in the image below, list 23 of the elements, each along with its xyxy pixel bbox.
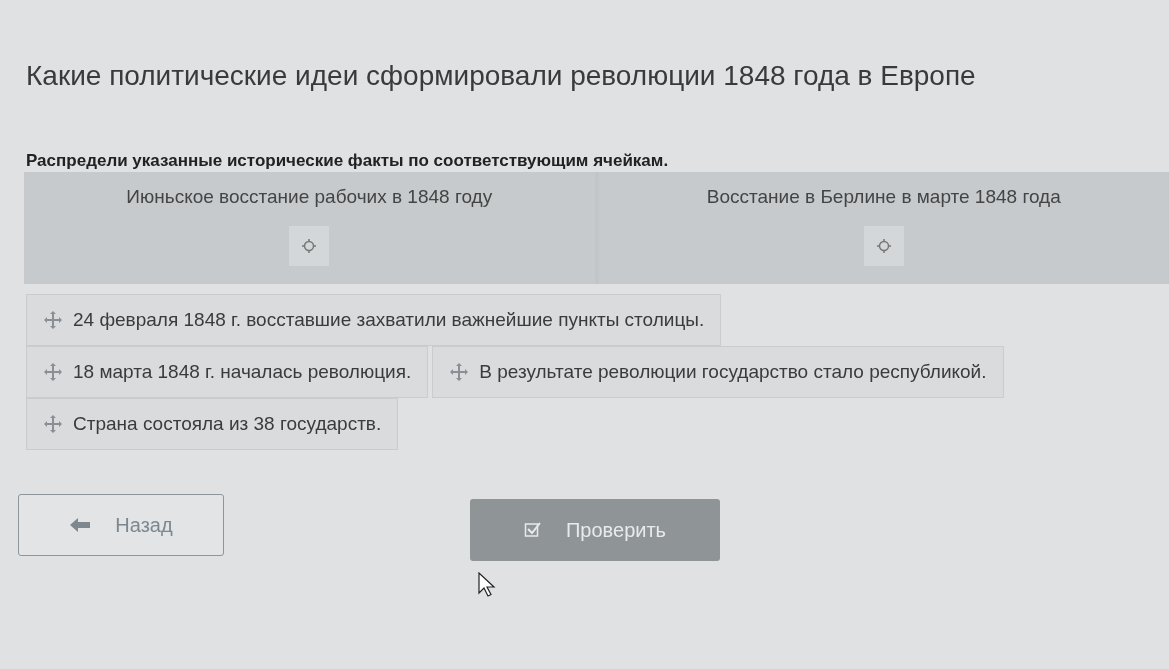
- draggable-card[interactable]: Страна состояла из 38 государств.: [26, 398, 399, 450]
- column-heading: Восстание в Берлине в марте 1848 года: [706, 186, 1061, 208]
- drop-target[interactable]: [289, 226, 330, 266]
- fact-text: 24 февраля 1848 г. восставшие захватили важнейшие пункты столицы.: [73, 309, 705, 331]
- crosshair-icon: [301, 238, 318, 254]
- move-icon: [43, 362, 63, 382]
- draggable-card[interactable]: В результате революции государство стало республикой.: [432, 346, 1004, 398]
- fact-text: Страна состояла из 38 государств.: [73, 413, 382, 435]
- fact-text: 18 марта 1848 г. началась революция.: [73, 361, 412, 383]
- move-icon: [43, 414, 63, 434]
- draggable-card[interactable]: 18 марта 1848 г. началась революция.: [26, 346, 429, 398]
- checkbox-icon: [524, 521, 542, 539]
- fact-text: В результате революции государство стало республикой.: [479, 361, 987, 383]
- move-icon: [449, 362, 470, 382]
- arrow-left-icon: [69, 517, 92, 533]
- mouse-cursor-icon: [478, 572, 496, 598]
- move-icon: [43, 310, 63, 330]
- page-title: Какие политические идеи сформировали революции 1848 года в Европе: [25, 59, 977, 93]
- drop-target[interactable]: [863, 226, 904, 266]
- crosshair-icon: [875, 238, 892, 254]
- draggable-card[interactable]: 24 февраля 1848 г. восставшие захватили важнейшие пункты столицы.: [26, 294, 722, 346]
- column-heading: Июньское восстание рабочих в 1848 году: [126, 186, 493, 208]
- task-instruction: Распредели указанные исторические факты по соответствующим ячейкам.: [25, 150, 670, 172]
